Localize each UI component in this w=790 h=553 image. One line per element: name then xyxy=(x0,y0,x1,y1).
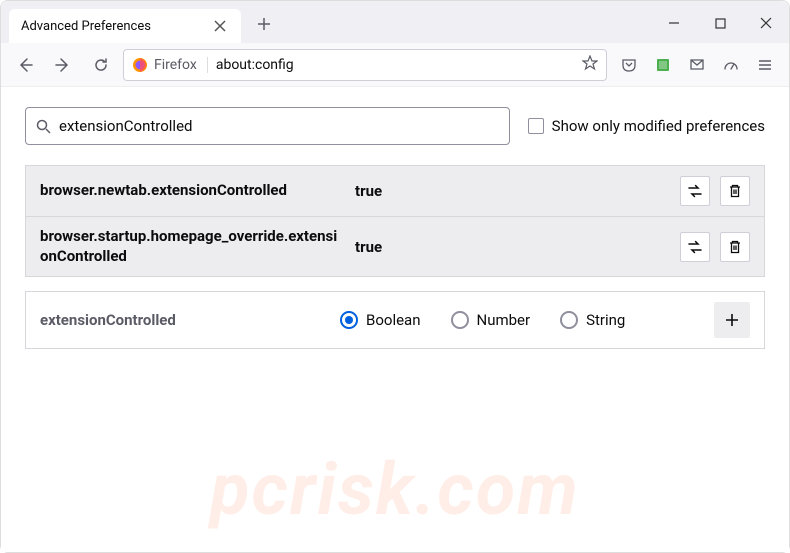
urlbar[interactable]: Firefox about:config xyxy=(123,49,607,81)
menu-button[interactable] xyxy=(749,49,781,81)
close-icon xyxy=(760,17,772,29)
pref-value: true xyxy=(355,238,670,256)
pocket-button[interactable] xyxy=(613,49,645,81)
inbox-icon xyxy=(689,57,705,73)
extension-button[interactable] xyxy=(647,49,679,81)
back-button[interactable] xyxy=(9,49,41,81)
firefox-logo-icon xyxy=(132,57,148,73)
identity-label: Firefox xyxy=(154,57,208,73)
toggle-icon xyxy=(687,239,703,255)
content-area: Show only modified preferences browser.n… xyxy=(1,87,789,552)
radio-input[interactable] xyxy=(451,311,469,329)
pocket-icon xyxy=(621,57,637,73)
arrow-right-icon xyxy=(55,57,71,73)
modified-only-checkbox-row[interactable]: Show only modified preferences xyxy=(528,117,765,135)
newpref-row: extensionControlled Boolean Number Strin… xyxy=(26,292,764,348)
titlebar: Advanced Preferences xyxy=(1,1,789,43)
window-controls xyxy=(651,7,789,39)
watermark: pcrisk.com xyxy=(210,447,579,532)
maximize-icon xyxy=(715,18,726,29)
search-box[interactable] xyxy=(25,107,510,145)
plus-icon xyxy=(257,17,271,31)
bookmark-button[interactable] xyxy=(582,55,598,75)
delete-button[interactable] xyxy=(720,232,750,262)
account-button[interactable] xyxy=(681,49,713,81)
forward-button[interactable] xyxy=(47,49,79,81)
reload-icon xyxy=(93,57,109,73)
radio-label: Boolean xyxy=(366,311,421,329)
radio-boolean[interactable]: Boolean xyxy=(340,311,421,329)
radio-label: String xyxy=(586,311,625,329)
arrow-left-icon xyxy=(17,57,33,73)
radio-label: Number xyxy=(477,311,531,329)
trash-icon xyxy=(728,240,742,254)
puzzle-icon xyxy=(655,57,671,73)
radio-number[interactable]: Number xyxy=(451,311,531,329)
url-text: about:config xyxy=(216,57,574,73)
pref-row: browser.startup.homepage_override.extens… xyxy=(26,216,764,276)
close-icon xyxy=(214,20,226,32)
minimize-button[interactable] xyxy=(651,7,697,39)
newpref-table: extensionControlled Boolean Number Strin… xyxy=(25,291,765,349)
type-radio-group: Boolean Number String xyxy=(340,311,704,329)
newpref-name: extensionControlled xyxy=(40,311,330,329)
pref-row: browser.newtab.extensionControlled true xyxy=(26,166,764,216)
pref-name: browser.newtab.extensionControlled xyxy=(40,181,345,201)
pref-name: browser.startup.homepage_override.extens… xyxy=(40,227,345,266)
reload-button[interactable] xyxy=(85,49,117,81)
radio-string[interactable]: String xyxy=(560,311,625,329)
pref-value: true xyxy=(355,182,670,200)
maximize-button[interactable] xyxy=(697,7,743,39)
plus-icon xyxy=(724,312,740,328)
new-tab-button[interactable] xyxy=(249,9,279,39)
checkbox-label: Show only modified preferences xyxy=(552,117,765,135)
close-tab-button[interactable] xyxy=(211,17,229,35)
modified-only-checkbox[interactable] xyxy=(528,118,544,134)
navbar: Firefox about:config xyxy=(1,43,789,87)
hamburger-icon xyxy=(757,57,773,73)
close-window-button[interactable] xyxy=(743,7,789,39)
search-icon xyxy=(36,119,51,134)
add-pref-button[interactable] xyxy=(714,302,750,338)
extensions-button[interactable] xyxy=(715,49,747,81)
browser-tab[interactable]: Advanced Preferences xyxy=(9,9,241,43)
tab-title: Advanced Preferences xyxy=(21,19,151,34)
toggle-button[interactable] xyxy=(680,176,710,206)
minimize-icon xyxy=(668,17,680,29)
radio-input[interactable] xyxy=(340,311,358,329)
toggle-icon xyxy=(687,183,703,199)
gauge-icon xyxy=(723,57,739,73)
prefs-table: browser.newtab.extensionControlled true … xyxy=(25,165,765,277)
delete-button[interactable] xyxy=(720,176,750,206)
toggle-button[interactable] xyxy=(680,232,710,262)
trash-icon xyxy=(728,184,742,198)
star-icon xyxy=(582,55,598,71)
search-input[interactable] xyxy=(51,117,499,135)
radio-input[interactable] xyxy=(560,311,578,329)
search-row: Show only modified preferences xyxy=(25,107,765,145)
identity-box[interactable]: Firefox xyxy=(132,57,208,73)
